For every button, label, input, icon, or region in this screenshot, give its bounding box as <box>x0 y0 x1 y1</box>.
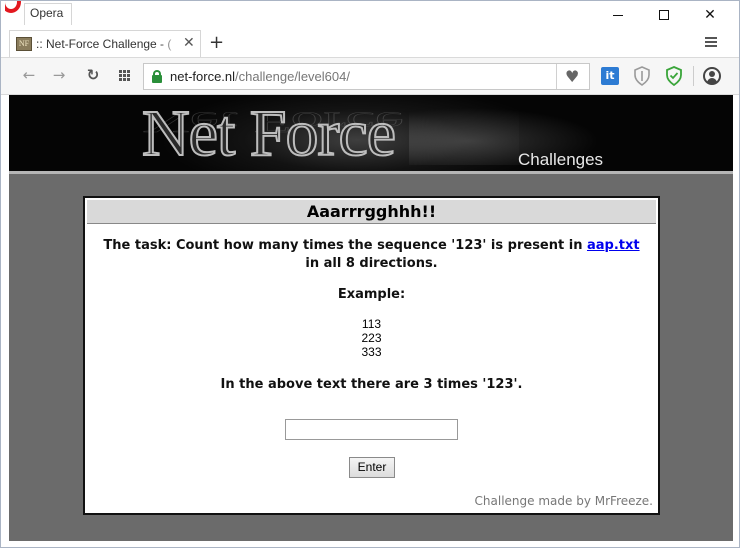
task-description: The task: Count how many times the seque… <box>95 237 648 273</box>
address-bar-divider <box>556 64 557 89</box>
tab-strip: NF :: Net-Force Challenge - ( ✕ + <box>1 30 739 57</box>
minimize-button[interactable] <box>595 1 641 30</box>
example-row: 113 <box>361 317 382 331</box>
url-path: /challenge/level604/ <box>235 69 350 84</box>
tab-title: :: Net-Force Challenge - ( <box>36 37 180 51</box>
tab-favicon-icon: NF <box>16 37 32 51</box>
navigation-bar: ← → ↻ net-force.nl/challenge/level604/ ♥… <box>1 57 739 95</box>
task-text-after: in all 8 directions. <box>305 256 438 271</box>
secure-lock-icon[interactable] <box>152 70 162 83</box>
aap-txt-link[interactable]: aap.txt <box>587 238 640 253</box>
new-tab-plus-icon[interactable]: + <box>209 32 224 53</box>
toolbar-divider <box>693 66 694 86</box>
close-icon: ✕ <box>704 7 716 23</box>
browser-window: Opera ✕ NF :: Net-Force Challenge - ( ✕ … <box>0 0 740 548</box>
tab-close-icon[interactable]: ✕ <box>183 35 195 51</box>
speed-dial-grid-icon[interactable] <box>115 65 135 85</box>
example-note: In the above text there are 3 times '123… <box>220 377 523 392</box>
extension-it-icon[interactable]: it <box>601 67 619 85</box>
challenge-credit: Challenge made by MrFreeze. <box>474 494 653 508</box>
maximize-icon <box>659 10 669 20</box>
challenge-panel: Aaarrrgghhh!! The task: Count how many t… <box>83 196 660 515</box>
url-text[interactable]: net-force.nl/challenge/level604/ <box>170 69 350 84</box>
example-row: 333 <box>361 345 382 359</box>
enter-button[interactable]: Enter <box>349 457 395 478</box>
example-row: 223 <box>361 331 382 345</box>
task-text-before: The task: Count how many times the seque… <box>103 238 587 253</box>
banner-title: Net Force <box>141 96 397 171</box>
site-banner: Net Force Net Force Challenges <box>9 95 733 174</box>
title-bar: Opera ✕ <box>1 1 739 30</box>
challenge-heading: Aaarrrgghhh!! <box>87 200 656 224</box>
answer-input[interactable] <box>285 419 458 440</box>
adblock-check-shield-icon[interactable] <box>665 66 683 87</box>
page-viewport: Net Force Net Force Challenges Aaarrrggh… <box>9 95 733 541</box>
forward-arrow-icon[interactable]: → <box>49 65 69 85</box>
tab-menu-icon[interactable] <box>705 37 719 49</box>
reload-icon[interactable]: ↻ <box>83 65 103 85</box>
bookmark-heart-icon[interactable]: ♥ <box>565 68 579 86</box>
example-grid: 113 223 333 <box>85 317 658 359</box>
account-icon[interactable] <box>703 67 721 85</box>
opera-menu-label: Opera <box>30 6 64 20</box>
close-window-button[interactable]: ✕ <box>687 1 733 30</box>
back-arrow-icon[interactable]: ← <box>19 65 39 85</box>
example-label: Example: <box>337 287 406 302</box>
tab-net-force-challenge[interactable]: NF :: Net-Force Challenge - ( ✕ <box>9 30 201 57</box>
url-domain: net-force.nl <box>170 69 236 84</box>
banner-subtitle: Challenges <box>518 150 604 169</box>
address-bar[interactable]: net-force.nl/challenge/level604/ ♥ <box>143 63 590 90</box>
minimize-icon <box>613 14 623 16</box>
maximize-button[interactable] <box>641 1 687 30</box>
opera-logo-icon[interactable] <box>5 1 25 15</box>
vpn-shield-icon[interactable] <box>633 66 651 86</box>
